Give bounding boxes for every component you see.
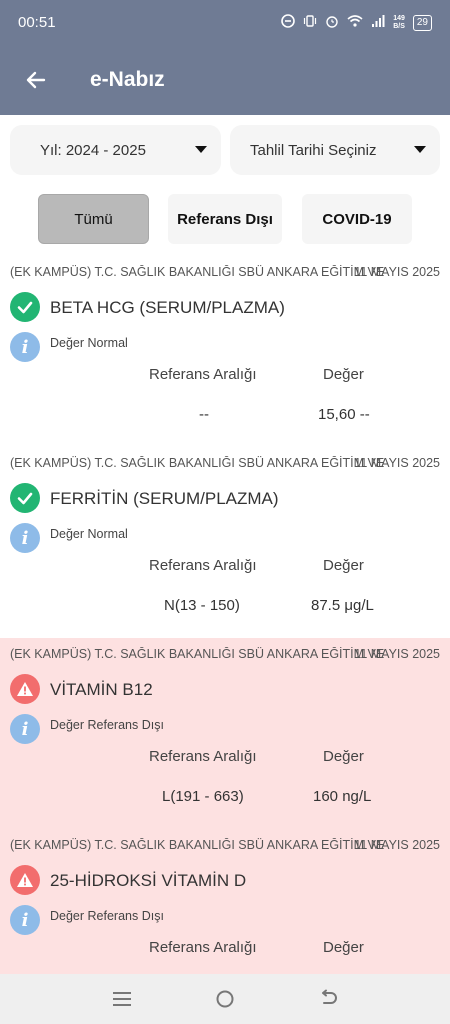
app-bar: e-Nabız (0, 45, 450, 115)
result-status: Değer Normal (50, 336, 128, 350)
result-date: 11 MAYIS 2025 (354, 838, 440, 852)
test-name: BETA HCG (SERUM/PLAZMA) (50, 298, 285, 317)
result-card[interactable]: (EK KAMPÜS) T.C. SAĞLIK BAKANLIĞI SBÜ AN… (0, 447, 450, 638)
result-status: Değer Normal (50, 527, 128, 541)
year-dropdown[interactable]: Yıl: 2024 - 2025 (10, 125, 221, 175)
tab-all[interactable]: Tümü (38, 194, 149, 244)
value-header: Değer (323, 748, 364, 765)
result-date: 11 MAYIS 2025 (354, 647, 440, 661)
network-speed: 149 B/S (393, 15, 405, 31)
test-date-dropdown-label: Tahlil Tarihi Seçiniz (250, 141, 377, 159)
result-status: Değer Referans Dışı (50, 909, 164, 923)
recent-apps-button[interactable] (102, 979, 142, 1019)
test-date-dropdown[interactable]: Tahlil Tarihi Seçiniz (230, 125, 440, 175)
result-value: 87.5 μg/L (311, 597, 374, 614)
network-speed-unit: B/S (393, 22, 405, 30)
back-button[interactable] (0, 45, 72, 115)
system-nav-bar (0, 974, 450, 1024)
info-icon[interactable]: i (10, 714, 40, 744)
network-speed-value: 149 (393, 14, 405, 22)
info-icon[interactable]: i (10, 332, 40, 362)
status-icons: 149 B/S 29 (281, 14, 432, 31)
warning-icon (10, 865, 40, 895)
reference-range-header: Referans Aralığı (149, 939, 257, 956)
value-header: Değer (323, 366, 364, 383)
alarm-icon (325, 14, 339, 31)
test-name: 25-HİDROKSİ VİTAMİN D (50, 871, 247, 890)
status-bar: 00:51 149 B/S 29 (0, 0, 450, 45)
test-name: FERRİTİN (SERUM/PLAZMA) (50, 489, 279, 508)
filter-bar: Yıl: 2024 - 2025 Tahlil Tarihi Seçiniz (0, 125, 450, 177)
page-title: e-Nabız (90, 68, 165, 91)
arrow-left-icon (26, 71, 46, 89)
reference-range-value: L(191 - 663) (162, 788, 244, 805)
menu-icon (112, 992, 131, 1006)
check-icon (10, 483, 40, 513)
vibrate-icon (303, 14, 317, 31)
tab-out-of-range[interactable]: Referans Dışı (168, 194, 282, 244)
wifi-icon (347, 14, 363, 31)
back-nav-button[interactable] (308, 979, 348, 1019)
result-value: 15,60 -- (318, 406, 370, 423)
test-name: VİTAMİN B12 (50, 680, 153, 699)
tab-covid[interactable]: COVID-19 (302, 194, 412, 244)
dnd-icon (281, 14, 295, 31)
value-header: Değer (323, 557, 364, 574)
result-card[interactable]: (EK KAMPÜS) T.C. SAĞLIK BAKANLIĞI SBÜ AN… (0, 256, 450, 447)
result-date: 11 MAYIS 2025 (354, 265, 440, 279)
warning-icon (10, 674, 40, 704)
reference-range-header: Referans Aralığı (149, 748, 257, 765)
return-icon (322, 989, 338, 1004)
reference-range-value: N(13 - 150) (164, 597, 240, 614)
result-date: 11 MAYIS 2025 (354, 456, 440, 470)
status-time: 00:51 (18, 14, 56, 31)
battery-icon: 29 (412, 14, 432, 31)
value-header: Değer (323, 939, 364, 956)
chevron-down-icon (414, 146, 426, 153)
reference-range-header: Referans Aralığı (149, 366, 257, 383)
result-status: Değer Referans Dışı (50, 718, 164, 732)
results-list[interactable]: (EK KAMPÜS) T.C. SAĞLIK BAKANLIĞI SBÜ AN… (0, 256, 450, 974)
reference-range-header: Referans Aralığı (149, 557, 257, 574)
info-icon[interactable]: i (10, 905, 40, 935)
year-dropdown-label: Yıl: 2024 - 2025 (40, 141, 146, 159)
chevron-down-icon (195, 146, 207, 153)
signal-icon (371, 14, 385, 31)
result-value: 160 ng/L (313, 788, 372, 805)
info-icon[interactable]: i (10, 523, 40, 553)
check-icon (10, 292, 40, 322)
result-card-out-of-range[interactable]: (EK KAMPÜS) T.C. SAĞLIK BAKANLIĞI SBÜ AN… (0, 829, 450, 974)
reference-range-value: -- (199, 406, 209, 423)
result-card-out-of-range[interactable]: (EK KAMPÜS) T.C. SAĞLIK BAKANLIĞI SBÜ AN… (0, 638, 450, 829)
filter-tabs: Tümü Referans Dışı COVID-19 (0, 194, 450, 246)
home-button[interactable] (205, 979, 245, 1019)
circle-icon (216, 990, 234, 1008)
